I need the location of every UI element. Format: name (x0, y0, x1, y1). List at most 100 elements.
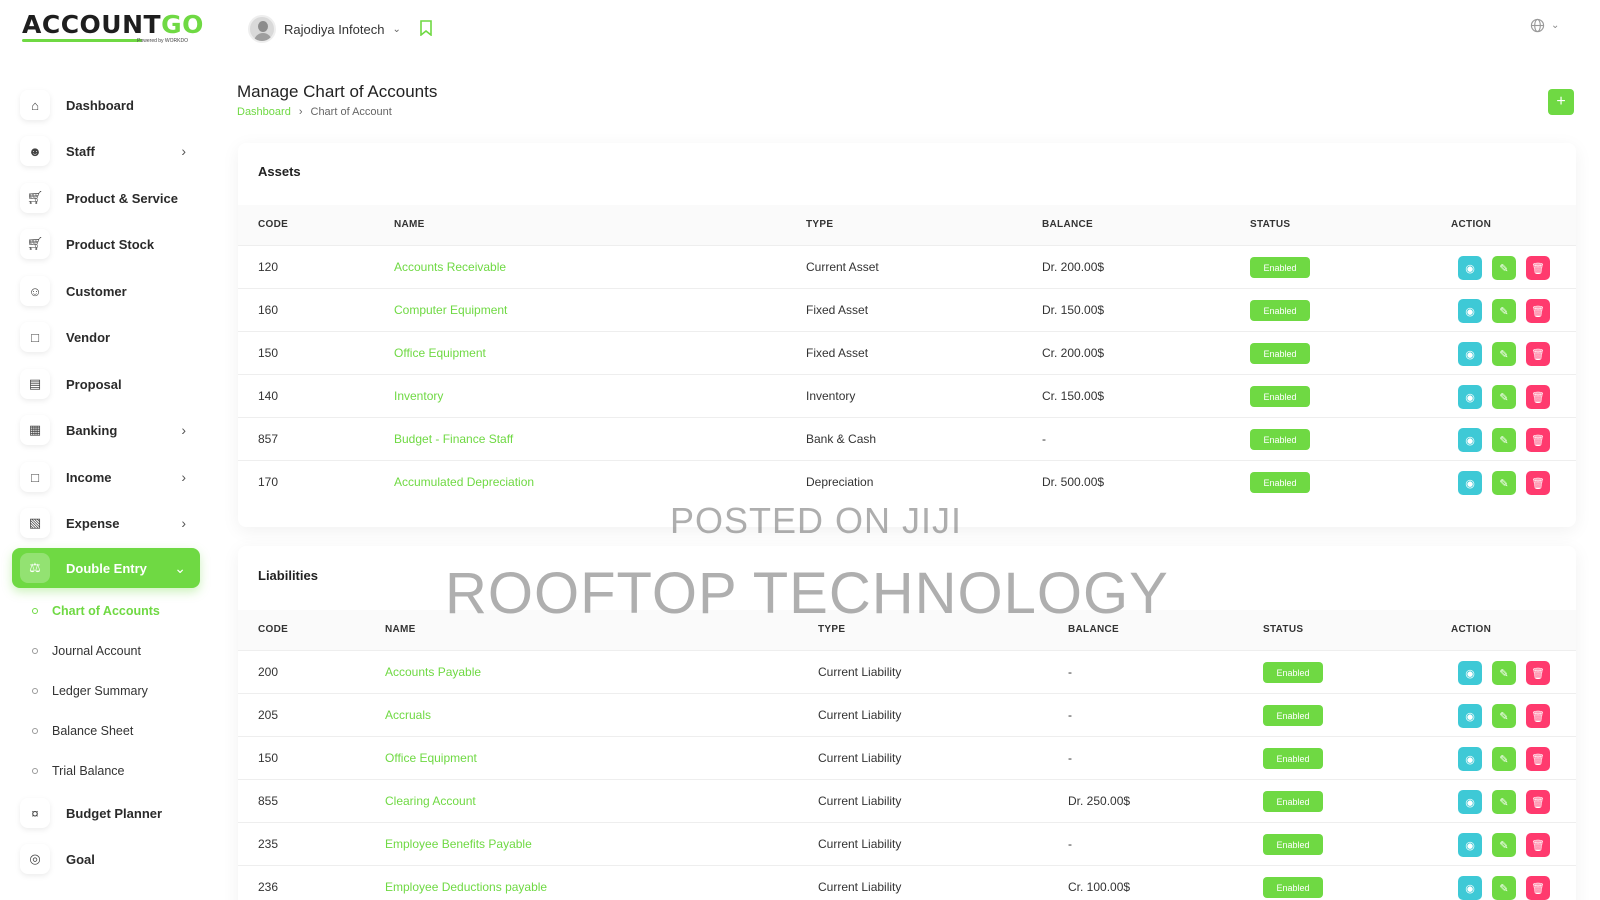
delete-button[interactable]: 🗑︎ (1526, 256, 1550, 280)
edit-button[interactable]: ✎ (1492, 876, 1516, 900)
edit-button[interactable]: ✎ (1492, 704, 1516, 728)
cell-type: Fixed Asset (806, 303, 869, 317)
cell-balance: - (1068, 751, 1072, 765)
sidebar-subitem-trial-balance[interactable]: Trial Balance (32, 760, 125, 782)
column-header-status: STATUS (1263, 624, 1304, 635)
language-selector[interactable]: ⌄ (1530, 18, 1559, 33)
view-button[interactable]: ◉ (1458, 747, 1482, 771)
sidebar-item-expense[interactable]: ▧ Expense › (12, 503, 200, 543)
delete-button[interactable]: 🗑︎ (1526, 299, 1550, 323)
view-button[interactable]: ◉ (1458, 471, 1482, 495)
account-name-link[interactable]: Computer Equipment (394, 303, 507, 317)
sidebar-item-customer[interactable]: ☺ Customer (12, 271, 200, 311)
account-name-link[interactable]: Accumulated Depreciation (394, 475, 534, 489)
cell-code: 150 (258, 751, 279, 765)
sidebar-item-staff[interactable]: ☻ Staff › (12, 131, 200, 171)
edit-button[interactable]: ✎ (1492, 299, 1516, 323)
view-button[interactable]: ◉ (1458, 428, 1482, 452)
delete-button[interactable]: 🗑︎ (1526, 385, 1550, 409)
delete-button[interactable]: 🗑︎ (1526, 833, 1550, 857)
account-name-link[interactable]: Accounts Receivable (394, 260, 506, 274)
users-icon: ☻ (20, 136, 50, 166)
delete-button[interactable]: 🗑︎ (1526, 428, 1550, 452)
status-badge: Enabled (1263, 662, 1323, 683)
edit-button[interactable]: ✎ (1492, 256, 1516, 280)
view-button[interactable]: ◉ (1458, 661, 1482, 685)
sidebar-item-income[interactable]: □ Income › (12, 457, 200, 497)
trash-icon: 🗑︎ (1531, 839, 1545, 852)
view-button[interactable]: ◉ (1458, 790, 1482, 814)
logo-main: ACCOUNT (22, 10, 162, 39)
cart-icon: 🛒︎ (20, 229, 50, 259)
sidebar-subitem-ledger-summary[interactable]: Ledger Summary (32, 680, 148, 702)
delete-button[interactable]: 🗑︎ (1526, 876, 1550, 900)
sidebar-item-product-service[interactable]: 🛒︎ Product & Service (12, 178, 200, 218)
delete-button[interactable]: 🗑︎ (1526, 471, 1550, 495)
sidebar-item-double-entry[interactable]: ⚖ Double Entry ⌄ (12, 548, 200, 588)
sidebar-item-vendor[interactable]: □ Vendor (12, 317, 200, 357)
sidebar-subitem-chart-of-accounts[interactable]: Chart of Accounts (32, 600, 160, 622)
chevron-down-icon: ⌄ (174, 559, 186, 576)
sidebar-item-dashboard[interactable]: ⌂ Dashboard (12, 85, 200, 125)
sidebar-item-goal[interactable]: ◎ Goal (12, 839, 200, 879)
eye-icon: ◉ (1465, 839, 1475, 852)
account-name-link[interactable]: Inventory (394, 389, 443, 403)
view-button[interactable]: ◉ (1458, 342, 1482, 366)
app-logo[interactable]: ACCOUNTGO Powered by WORKDO (22, 10, 203, 46)
column-header-code: CODE (258, 219, 289, 230)
bullet-icon (32, 688, 38, 694)
sidebar-item-budget-planner[interactable]: ¤ Budget Planner (12, 793, 200, 833)
chevron-right-icon: › (181, 422, 186, 438)
sidebar-subitem-balance-sheet[interactable]: Balance Sheet (32, 720, 133, 742)
delete-button[interactable]: 🗑︎ (1526, 704, 1550, 728)
sidebar-item-proposal[interactable]: ▤ Proposal (12, 364, 200, 404)
user-name: Rajodiya Infotech (284, 21, 385, 37)
view-button[interactable]: ◉ (1458, 833, 1482, 857)
edit-button[interactable]: ✎ (1492, 833, 1516, 857)
edit-button[interactable]: ✎ (1492, 661, 1516, 685)
account-name-link[interactable]: Employee Benefits Payable (385, 837, 532, 851)
delete-button[interactable]: 🗑︎ (1526, 747, 1550, 771)
account-name-link[interactable]: Budget - Finance Staff (394, 432, 513, 446)
breadcrumb-dashboard-link[interactable]: Dashboard (237, 106, 291, 118)
delete-button[interactable]: 🗑︎ (1526, 342, 1550, 366)
view-button[interactable]: ◉ (1458, 256, 1482, 280)
sidebar-item-product-stock[interactable]: 🛒︎ Product Stock (12, 224, 200, 264)
delete-button[interactable]: 🗑︎ (1526, 790, 1550, 814)
edit-button[interactable]: ✎ (1492, 428, 1516, 452)
pencil-icon: ✎ (1499, 796, 1509, 809)
bookmark-icon[interactable] (420, 20, 436, 38)
user-menu[interactable]: Rajodiya Infotech ⌄ (248, 14, 401, 44)
account-name-link[interactable]: Accruals (385, 708, 431, 722)
edit-button[interactable]: ✎ (1492, 747, 1516, 771)
column-header-code: CODE (258, 624, 289, 635)
column-header-type: TYPE (806, 219, 834, 230)
view-button[interactable]: ◉ (1458, 385, 1482, 409)
column-header-name: NAME (394, 219, 425, 230)
account-name-link[interactable]: Office Equipment (385, 751, 477, 765)
delete-button[interactable]: 🗑︎ (1526, 661, 1550, 685)
edit-button[interactable]: ✎ (1492, 342, 1516, 366)
pencil-icon: ✎ (1499, 348, 1509, 361)
sidebar-subitem-journal-account[interactable]: Journal Account (32, 640, 141, 662)
edit-button[interactable]: ✎ (1492, 385, 1516, 409)
view-button[interactable]: ◉ (1458, 299, 1482, 323)
pencil-icon: ✎ (1499, 305, 1509, 318)
edit-button[interactable]: ✎ (1492, 790, 1516, 814)
view-button[interactable]: ◉ (1458, 876, 1482, 900)
status-badge: Enabled (1263, 705, 1323, 726)
account-name-link[interactable]: Accounts Payable (385, 665, 481, 679)
table-row: 150 Office Equipment Current Liability - Ena… (238, 736, 1576, 779)
sidebar-item-banking[interactable]: ▦ Banking › (12, 410, 200, 450)
table-row: 857 Budget - Finance Staff Bank & Cash - Ena… (238, 417, 1576, 460)
account-name-link[interactable]: Employee Deductions payable (385, 880, 547, 894)
cell-code: 857 (258, 432, 279, 446)
account-name-link[interactable]: Clearing Account (385, 794, 476, 808)
eye-icon: ◉ (1465, 667, 1475, 680)
account-name-link[interactable]: Office Equipment (394, 346, 486, 360)
add-account-button[interactable]: + (1548, 89, 1574, 115)
view-button[interactable]: ◉ (1458, 704, 1482, 728)
cell-type: Bank & Cash (806, 432, 877, 446)
cell-type: Fixed Asset (806, 346, 869, 360)
edit-button[interactable]: ✎ (1492, 471, 1516, 495)
